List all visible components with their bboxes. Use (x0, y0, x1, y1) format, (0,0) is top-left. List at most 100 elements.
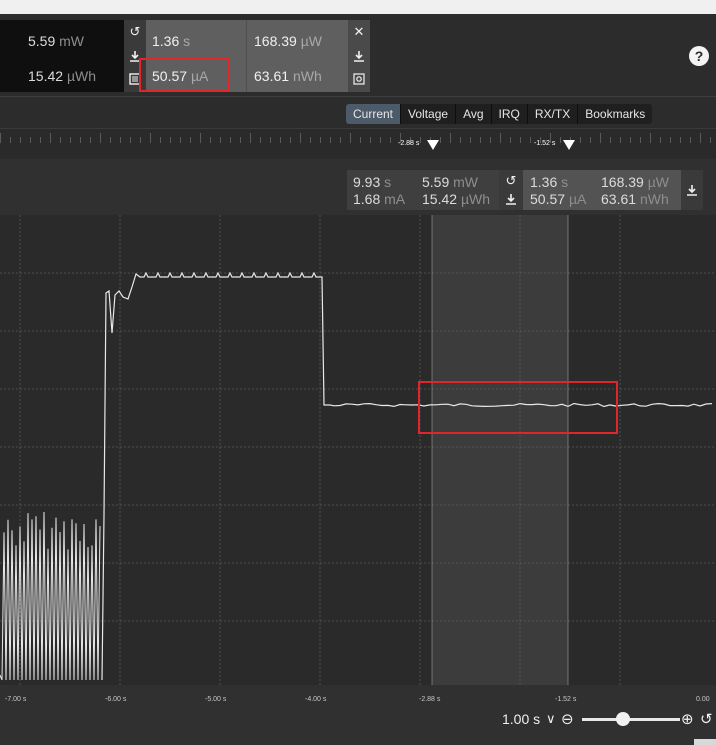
ruler-tick (70, 137, 71, 143)
selection-region[interactable] (432, 215, 568, 685)
ruler-tick (330, 137, 331, 143)
ruler-tick (440, 137, 441, 143)
ruler-tick (620, 137, 621, 143)
ci-selection-energy-unit: nWh (639, 191, 669, 207)
ruler-tick (150, 133, 151, 143)
ci-window-power-value: 5.59 (422, 174, 450, 190)
ci-selection-current-value: 50.57 (530, 191, 566, 207)
ruler-tick (200, 133, 201, 143)
ruler-tick (580, 137, 581, 143)
ci-window-energy: 15.42 µWh (422, 191, 490, 207)
selection-power: 168.39 µW (254, 33, 322, 49)
current-chart[interactable] (0, 215, 716, 685)
ruler-tick (590, 137, 591, 143)
ruler-tick (270, 137, 271, 143)
chevron-down-icon[interactable]: ∨ (546, 711, 556, 727)
marker-b-handle[interactable] (563, 140, 575, 150)
timeline-ruler[interactable]: -2.88 s -1.52 s (0, 128, 716, 160)
marker-a-handle[interactable] (427, 140, 439, 150)
ruler-tick (710, 137, 711, 143)
selection-energy-value: 63.61 (254, 68, 290, 84)
ruler-tick (360, 137, 361, 143)
ruler-tick (30, 137, 31, 143)
selection-power-value: 168.39 (254, 33, 297, 49)
ruler-tick (610, 137, 611, 143)
ci-window-power: 5.59 mW (422, 174, 478, 190)
tab-current[interactable]: Current (346, 104, 402, 124)
ruler-tick (180, 137, 181, 143)
tab-avg[interactable]: Avg (456, 104, 492, 124)
ruler-tick (600, 133, 601, 143)
ci-selection-power-unit: µW (647, 174, 669, 190)
ruler-tick (640, 137, 641, 143)
ruler-tick (90, 137, 91, 143)
ruler-tick (210, 137, 211, 143)
ci-window-time-value: 9.93 (353, 174, 381, 190)
tab-bookmarks[interactable]: Bookmarks (578, 104, 652, 124)
download-icon[interactable] (348, 46, 370, 66)
selection-stats-divider (246, 20, 247, 92)
ruler-tick (130, 137, 131, 143)
current-highlight-box (139, 58, 230, 92)
ruler-tick (80, 137, 81, 143)
ruler-tick (560, 137, 561, 143)
selection-energy-unit: nWh (292, 68, 322, 84)
cursor-info-panel: 9.93 s 1.68 mA 5.59 mW 15.42 µWh ↺ 1.36 … (347, 170, 703, 210)
window-top-strip (0, 0, 716, 14)
ruler-tick (300, 133, 301, 143)
reset-zoom-icon[interactable]: ↺ (700, 710, 713, 728)
scrollbar-handle[interactable] (694, 739, 716, 745)
ruler-tick (250, 133, 251, 143)
ruler-tick (10, 137, 11, 143)
ci-selection-current-unit: µA (568, 191, 587, 207)
x-tick-label: -1.52 s (555, 696, 577, 703)
ruler-tick (370, 137, 371, 143)
help-icon[interactable]: ? (689, 46, 709, 66)
ruler-tick (680, 137, 681, 143)
ruler-tick (220, 137, 221, 143)
ci-window-power-unit: mW (453, 174, 479, 190)
ruler-tick (230, 137, 231, 143)
ruler-tick (500, 133, 501, 143)
ruler-tick (280, 137, 281, 143)
download-icon[interactable] (681, 180, 703, 200)
chart-background (0, 215, 716, 685)
tab-rxtx[interactable]: RX/TX (528, 104, 579, 124)
x-tick-label: -5.00 s (205, 696, 227, 703)
download-icon[interactable] (500, 189, 522, 209)
time-scale-label[interactable]: 1.00 s (502, 711, 540, 727)
ruler-tick (50, 133, 51, 143)
window-cursor-stats: 9.93 s 1.68 mA 5.59 mW 15.42 µWh (347, 170, 499, 210)
window-cursor-actions: ↺ (499, 170, 523, 210)
screenshot-icon[interactable] (348, 69, 370, 89)
ruler-tick (170, 137, 171, 143)
ruler-tick (460, 137, 461, 143)
ruler-tick (470, 137, 471, 143)
close-icon[interactable]: ✕ (348, 22, 370, 42)
ci-selection-time-unit: s (561, 174, 569, 190)
window-energy: 15.42 µWh (28, 68, 96, 84)
reset-icon[interactable]: ↺ (500, 171, 522, 191)
ruler-tick (120, 137, 121, 143)
current-chart-plot[interactable] (0, 215, 716, 685)
ci-selection-current: 50.57 µA (530, 191, 586, 207)
tab-voltage[interactable]: Voltage (401, 104, 457, 124)
ruler-tick (260, 137, 261, 143)
ruler-tick (670, 137, 671, 143)
zoom-in-icon[interactable]: ⊕ (681, 710, 694, 728)
selection-energy: 63.61 nWh (254, 68, 322, 84)
tab-irq[interactable]: IRQ (492, 104, 528, 124)
ruler-tick (660, 137, 661, 143)
time-axis-bar: -7.00 s -6.00 s -5.00 s -4.00 s -2.88 s … (0, 685, 716, 745)
reset-icon[interactable]: ↺ (124, 22, 146, 42)
marker-label-b: -1.52 s (534, 140, 556, 147)
zoom-slider-handle[interactable] (616, 712, 630, 726)
ci-selection-energy-value: 63.61 (601, 191, 637, 207)
ruler-tick (140, 137, 141, 143)
window-power: 5.59 mW (28, 33, 84, 49)
zoom-out-icon[interactable]: ⊖ (561, 710, 574, 728)
ci-selection-time: 1.36 s (530, 174, 568, 190)
zoom-slider-track[interactable] (582, 718, 680, 721)
marker-label-a: -2.88 s (398, 140, 420, 147)
window-energy-unit: µWh (66, 68, 97, 84)
